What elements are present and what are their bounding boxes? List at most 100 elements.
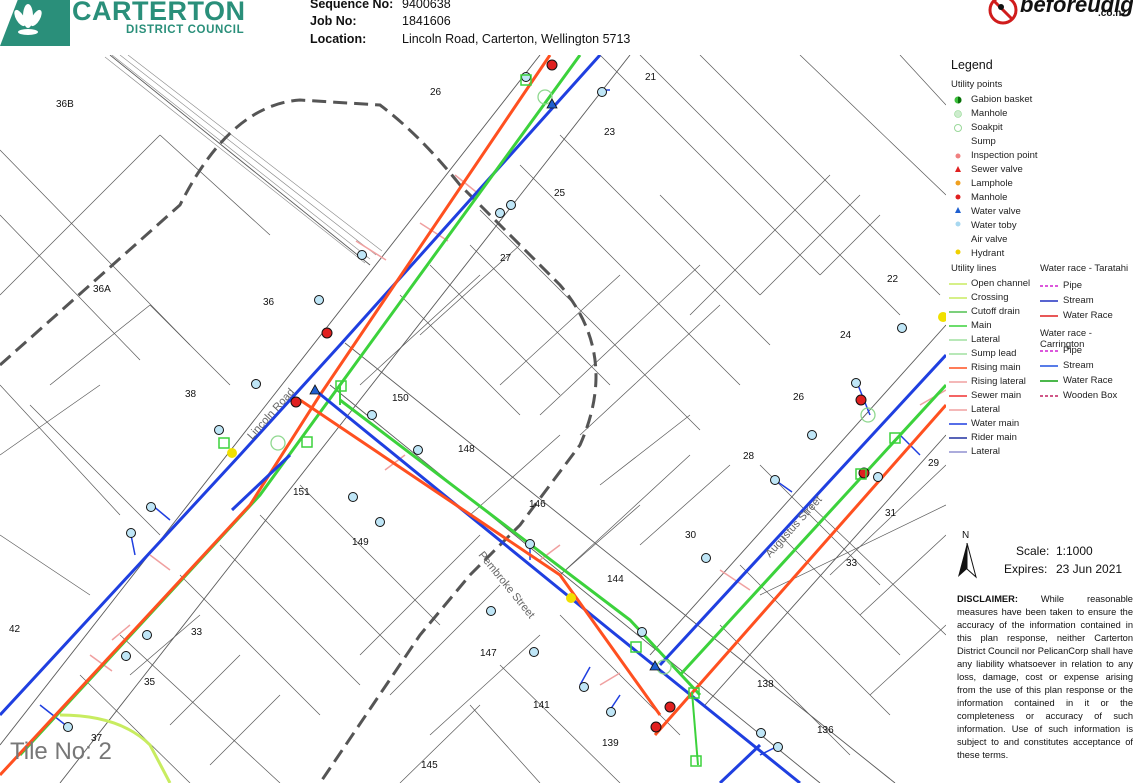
legend-line-label: Rising lateral bbox=[971, 376, 1026, 387]
water-valve-icon bbox=[955, 207, 961, 213]
parcel-label: 148 bbox=[458, 444, 475, 455]
disclaimer-heading: DISCLAIMER: bbox=[957, 594, 1018, 604]
legend-line-label: Rider main bbox=[971, 432, 1017, 443]
parcel-label: 22 bbox=[887, 274, 899, 285]
north-label: N bbox=[962, 530, 970, 541]
sump-points[interactable] bbox=[218, 74, 901, 767]
sump-lead bbox=[691, 691, 699, 766]
water-race-taratahi-heading: Water race - Taratahi bbox=[1040, 263, 1129, 274]
road-corridors bbox=[0, 55, 946, 783]
legend-point-label: Water toby bbox=[971, 220, 1017, 231]
legend-race-label: Pipe bbox=[1063, 345, 1083, 356]
hydrant-points[interactable] bbox=[227, 312, 946, 603]
gabion-basket-icon bbox=[954, 96, 962, 104]
legend-point-label: Water valve bbox=[971, 206, 1021, 217]
map-canvas[interactable]: 36B 26 21 23 25 27 36A 36 22 24 150 38 1… bbox=[0, 55, 946, 783]
legend-line-label: Rising main bbox=[971, 362, 1021, 373]
street-name-pembroke: Pembroke Street bbox=[476, 549, 537, 621]
legend-title: Legend bbox=[951, 58, 993, 72]
council-subtitle: DISTRICT COUNCIL bbox=[126, 24, 245, 36]
disclaimer: DISCLAIMER: While reasonable measures ha… bbox=[957, 593, 1133, 762]
legend-line-label: Lateral bbox=[971, 446, 1001, 457]
utility-lines-heading: Utility lines bbox=[951, 263, 997, 274]
legend-point-label: Lamphole bbox=[971, 178, 1013, 189]
north-arrow-icon bbox=[958, 543, 977, 579]
parcel-label: 138 bbox=[757, 679, 774, 690]
legend-point-label: Manhole bbox=[971, 192, 1008, 203]
parcel-label: 36A bbox=[93, 284, 111, 295]
lamphole-icon bbox=[955, 180, 961, 186]
job-value: 1841606 bbox=[402, 14, 451, 28]
no-dig-icon bbox=[988, 0, 1018, 25]
line-symbols bbox=[949, 283, 967, 453]
legend-point-label: Hydrant bbox=[971, 248, 1005, 259]
legend-race-label: Stream bbox=[1063, 360, 1094, 371]
water-main-lincoln[interactable] bbox=[0, 55, 602, 717]
water-main-pembroke[interactable] bbox=[314, 388, 801, 783]
parcel-label: 29 bbox=[928, 458, 940, 469]
sewer-manhole-points[interactable] bbox=[290, 59, 870, 733]
parcel-label: 33 bbox=[191, 627, 203, 638]
parcel-label: 136 bbox=[817, 725, 834, 736]
parcel-label: 28 bbox=[743, 451, 755, 462]
legend-race-label: Stream bbox=[1063, 295, 1094, 306]
legend-point-label: Soakpit bbox=[971, 122, 1003, 133]
legend-line-label: Water main bbox=[971, 418, 1020, 429]
legend-race-label: Wooden Box bbox=[1063, 390, 1118, 401]
legend-race-label: Water Race bbox=[1063, 375, 1113, 386]
parcel-label: 24 bbox=[840, 330, 852, 341]
parcel-label: 31 bbox=[885, 508, 897, 519]
gravity-main-augustus[interactable] bbox=[678, 383, 946, 677]
tile-label: Tile No: 2 bbox=[10, 738, 112, 765]
water-main-branch[interactable] bbox=[718, 743, 762, 783]
inspection-point-icon bbox=[955, 153, 961, 159]
parcel-label: 33 bbox=[846, 558, 858, 569]
parcel-label: 149 bbox=[352, 537, 369, 548]
legend-point-label: Manhole bbox=[971, 108, 1008, 119]
parcel-label: 36B bbox=[56, 99, 74, 110]
rail-lines bbox=[104, 55, 383, 264]
parcel-label: 26 bbox=[430, 87, 442, 98]
disclaimer-text: While reasonable measures have been take… bbox=[957, 594, 1133, 760]
legend-line-label: Lateral bbox=[971, 404, 1001, 415]
parcel-label: 151 bbox=[293, 487, 310, 498]
parcel-label: 30 bbox=[685, 530, 697, 541]
parcel-label: 145 bbox=[421, 760, 438, 771]
legend-line-label: Sump lead bbox=[971, 348, 1017, 359]
location-value: Lincoln Road, Carterton, Wellington 5713 bbox=[402, 32, 631, 46]
water-race-carrington-heading: Water race - Carrington bbox=[1040, 328, 1092, 350]
scale-value: 1:1000 bbox=[1056, 544, 1093, 558]
sewer-main-augustus[interactable] bbox=[653, 404, 946, 736]
parcel-label: 141 bbox=[533, 700, 550, 711]
scale-label: Scale: bbox=[1016, 544, 1050, 558]
parcel-label: 27 bbox=[500, 253, 512, 264]
legend-line-label: Main bbox=[971, 320, 992, 331]
job-label: Job No: bbox=[310, 14, 357, 28]
legend-line-label: Sewer main bbox=[971, 390, 1022, 401]
utility-map[interactable]: 36B 26 21 23 25 27 36A 36 22 24 150 38 1… bbox=[0, 55, 946, 783]
legend-race-label: Pipe bbox=[1063, 280, 1083, 291]
legend-point-label: Sewer valve bbox=[971, 164, 1023, 175]
location-label: Location: bbox=[310, 32, 367, 46]
council-name: CARTERTON bbox=[72, 0, 246, 26]
hydrant-icon bbox=[955, 249, 961, 255]
parcel-label: 146 bbox=[529, 499, 546, 510]
parcel-label: 36 bbox=[263, 297, 275, 308]
parcel-label: 150 bbox=[392, 393, 409, 404]
council-logo-icon bbox=[0, 0, 70, 46]
legend-race-label: Water Race bbox=[1063, 310, 1113, 321]
parcel-label: 23 bbox=[604, 127, 616, 138]
utility-points-heading: Utility points bbox=[951, 79, 1003, 90]
parcel-labels: 36B 26 21 23 25 27 36A 36 22 24 150 38 1… bbox=[9, 72, 940, 771]
sequence-value: 9400638 bbox=[402, 0, 451, 11]
legend-line-label: Open channel bbox=[971, 278, 1031, 289]
legend-point-label: Sump bbox=[971, 136, 996, 147]
legend-line-label: Lateral bbox=[971, 334, 1001, 345]
water-main-lincoln-link[interactable] bbox=[230, 453, 292, 512]
legend-point-label: Gabion basket bbox=[971, 94, 1033, 105]
legend-line-label: Cutoff drain bbox=[971, 306, 1020, 317]
legend-line-label: Crossing bbox=[971, 292, 1009, 303]
legend-panel: Legend Utility points Gabion basket Manh… bbox=[946, 55, 1133, 783]
parcel-label: 147 bbox=[480, 648, 497, 659]
parcel-boundaries bbox=[0, 55, 946, 783]
